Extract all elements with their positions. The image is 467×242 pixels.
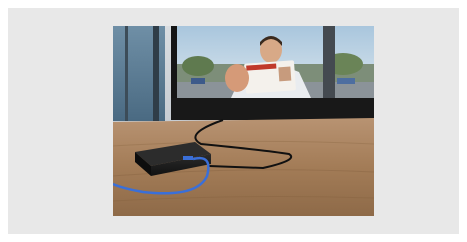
product-photo <box>113 26 374 216</box>
hand <box>225 64 249 92</box>
product-photo-illustration <box>113 26 374 216</box>
page <box>0 0 467 242</box>
